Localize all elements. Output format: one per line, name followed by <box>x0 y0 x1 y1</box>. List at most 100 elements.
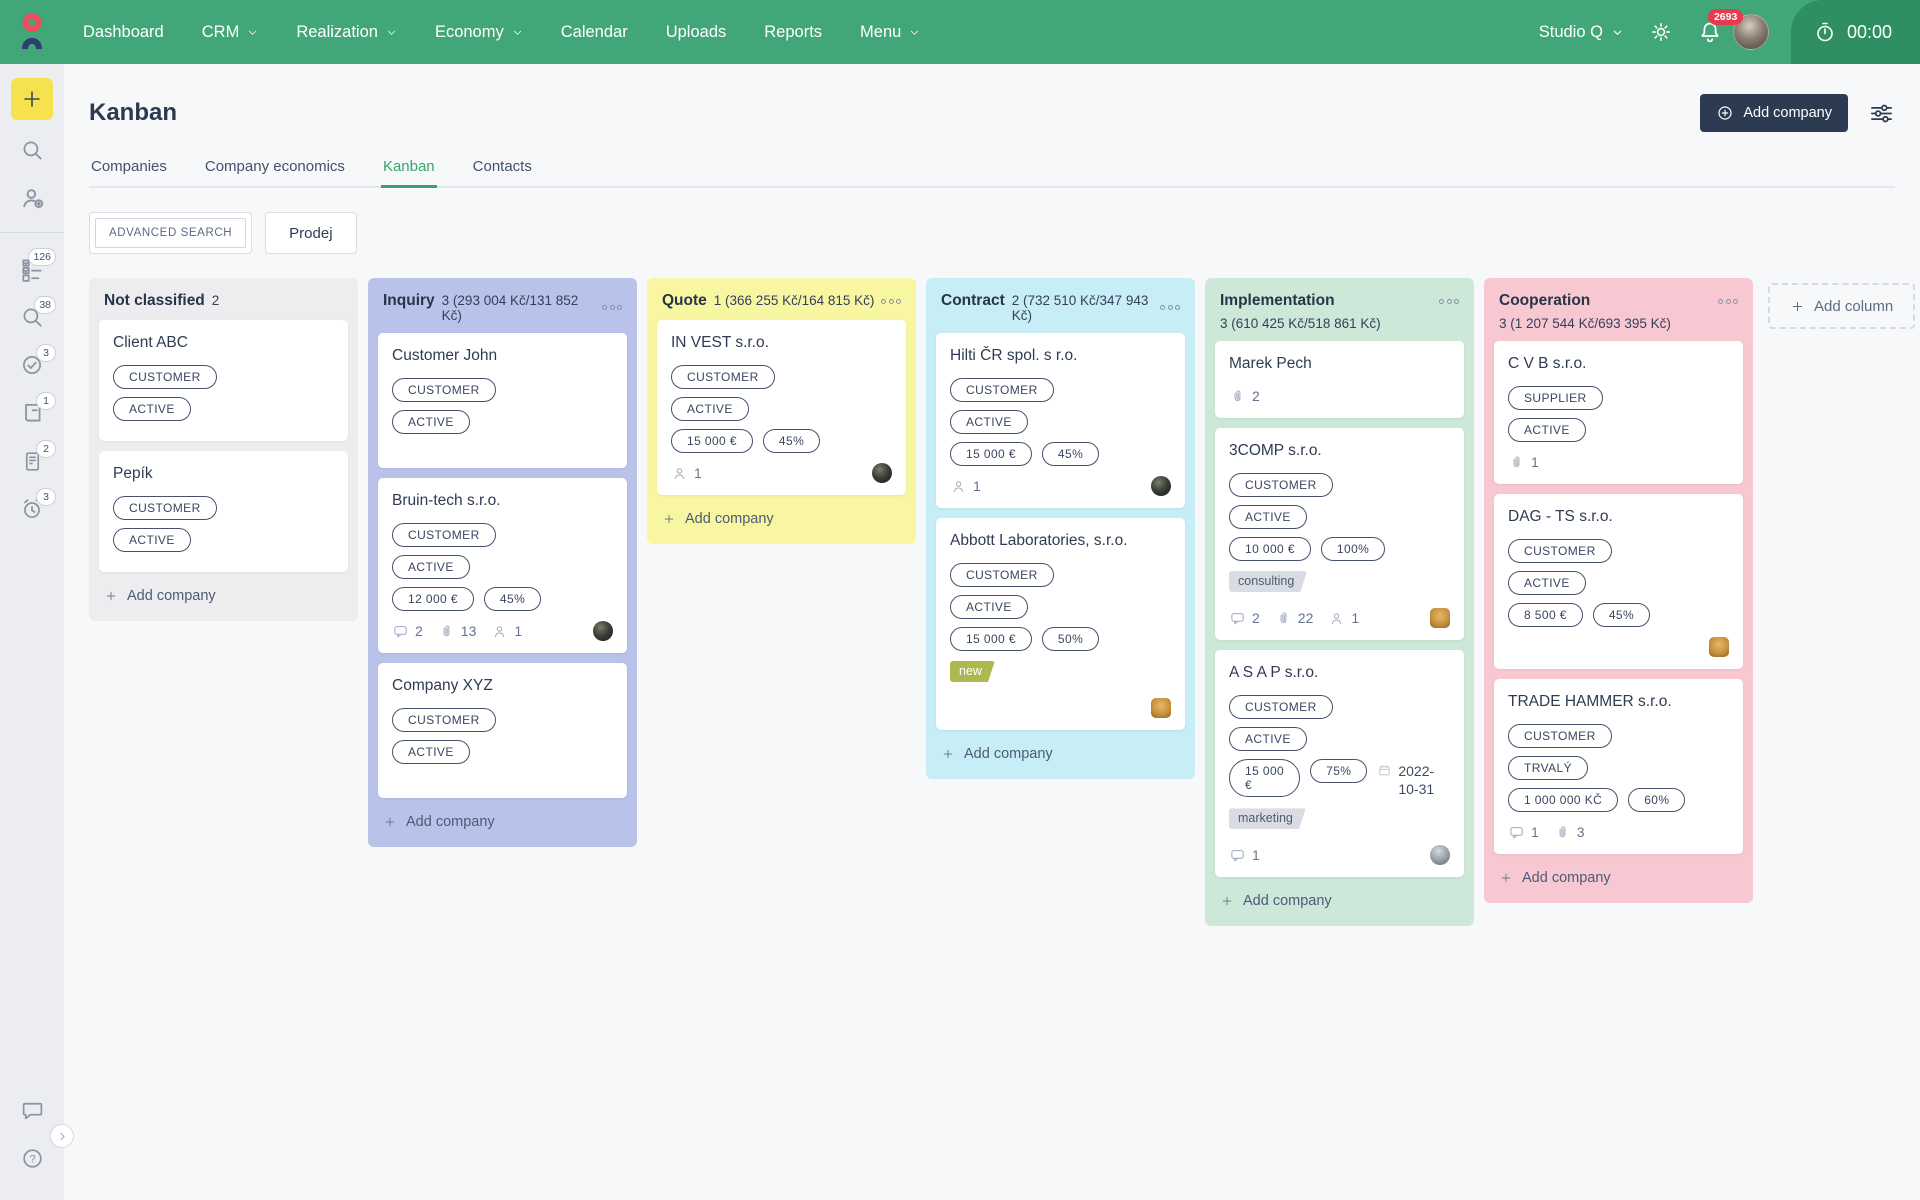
plus-circle-icon <box>1716 104 1734 122</box>
nav-item-dashboard[interactable]: Dashboard <box>64 0 183 64</box>
assignee-avatar <box>1430 845 1450 865</box>
kanban-card[interactable]: PepíkCUSTOMERACTIVE <box>99 451 348 572</box>
card-footer <box>950 698 1171 718</box>
quick-add-button[interactable] <box>11 78 53 120</box>
status-pill-row: ACTIVE <box>113 528 334 552</box>
notifications-button[interactable]: 2693 <box>1697 19 1723 45</box>
add-company-link[interactable]: Add company <box>89 582 358 619</box>
workspace-switcher[interactable]: Studio Q <box>1539 23 1623 42</box>
column-menu-icon[interactable] <box>1716 296 1740 307</box>
chat-bubble-icon <box>20 1098 45 1123</box>
tag-row: consulting <box>1229 569 1450 598</box>
calendar-icon <box>1377 762 1392 798</box>
column-stats: 1 (366 255 Kč/164 815 Kč) <box>714 293 875 308</box>
tab-kanban[interactable]: Kanban <box>381 152 437 188</box>
percent-pill: 50% <box>1042 627 1099 651</box>
assignee-avatar <box>1709 637 1729 657</box>
sidebar-item-reminders[interactable]: 3 <box>0 485 64 533</box>
assignee-avatar <box>872 463 892 483</box>
add-company-link[interactable]: Add company <box>1205 887 1474 924</box>
card-title: C V B s.r.o. <box>1508 355 1729 373</box>
time-tracker[interactable]: 00:00 <box>1791 0 1920 64</box>
add-contact-button[interactable] <box>0 174 64 222</box>
nav-item-economy[interactable]: Economy <box>416 0 542 64</box>
kanban-column-not-classified: Not classified2Client ABCCUSTOMERACTIVEP… <box>89 278 358 621</box>
plus-icon <box>1499 871 1513 885</box>
add-company-link[interactable]: Add company <box>647 505 916 542</box>
sidebar-expand-toggle[interactable] <box>50 1124 74 1148</box>
add-company-link[interactable]: Add company <box>926 740 1195 777</box>
column-menu-icon[interactable] <box>1158 302 1182 313</box>
kanban-card[interactable]: IN VEST s.r.o.CUSTOMERACTIVE15 000 €45%1 <box>657 320 906 495</box>
add-company-link[interactable]: Add company <box>368 808 637 845</box>
advanced-search-button[interactable]: ADVANCED SEARCH <box>89 212 252 254</box>
add-company-link[interactable]: Add company <box>1484 864 1753 901</box>
kanban-card[interactable]: Bruin-tech s.r.o.CUSTOMERACTIVE12 000 €4… <box>378 478 627 653</box>
person-count: 1 <box>514 623 522 639</box>
status-pill: CUSTOMER <box>1229 473 1333 497</box>
kanban-card[interactable]: Company XYZCUSTOMERACTIVE <box>378 663 627 798</box>
tab-contacts[interactable]: Contacts <box>471 152 534 188</box>
kanban-card[interactable]: Marek Pech2 <box>1215 341 1464 418</box>
nav-item-reports[interactable]: Reports <box>745 0 841 64</box>
card-title: DAG - TS s.r.o. <box>1508 508 1729 526</box>
kanban-card[interactable]: DAG - TS s.r.o.CUSTOMERACTIVE8 500 €45% <box>1494 494 1743 669</box>
column-stats: 2 <box>212 293 220 308</box>
kanban-card[interactable]: A S A P s.r.o.CUSTOMERACTIVE15 000 €75%2… <box>1215 650 1464 877</box>
sidebar-item-search-records[interactable]: 38 <box>0 293 64 341</box>
nav-item-menu[interactable]: Menu <box>841 0 939 64</box>
status-pill-row: CUSTOMER <box>1508 724 1729 748</box>
tab-company-economics[interactable]: Company economics <box>203 152 347 188</box>
kanban-column-implementation: Implementation3 (610 425 Kč/518 861 Kč)M… <box>1205 278 1474 926</box>
status-pill-row: CUSTOMER <box>950 563 1171 587</box>
column-menu-icon[interactable] <box>600 302 624 313</box>
kanban-card[interactable]: Abbott Laboratories, s.r.o.CUSTOMERACTIV… <box>936 518 1185 730</box>
percent-pill: 45% <box>1593 603 1650 627</box>
plus-icon <box>104 589 118 603</box>
kanban-card[interactable]: Client ABCCUSTOMERACTIVE <box>99 320 348 441</box>
percent-pill: 45% <box>763 429 820 453</box>
status-pill: ACTIVE <box>392 555 470 579</box>
sidebar-item-documents[interactable]: 2 <box>0 437 64 485</box>
status-pill: ACTIVE <box>671 397 749 421</box>
tabs-underline-track <box>89 186 1895 188</box>
board-settings-button[interactable] <box>1868 100 1895 127</box>
status-pill: ACTIVE <box>1229 505 1307 529</box>
filter-preset-button[interactable]: Prodej <box>265 212 356 254</box>
value-pill-row: 15 000 €45% <box>671 429 892 453</box>
status-pill: ACTIVE <box>392 740 470 764</box>
column-menu-icon[interactable] <box>1437 296 1461 307</box>
status-pill-row: CUSTOMER <box>392 523 613 547</box>
nav-item-uploads[interactable]: Uploads <box>647 0 746 64</box>
settings-button[interactable] <box>1649 20 1673 44</box>
nav-item-crm[interactable]: CRM <box>183 0 278 64</box>
kanban-card[interactable]: TRADE HAMMER s.r.o.CUSTOMERTRVALÝ1 000 0… <box>1494 679 1743 854</box>
kanban-card[interactable]: C V B s.r.o.SUPPLIERACTIVE1 <box>1494 341 1743 484</box>
status-pill-row: ACTIVE <box>950 410 1171 434</box>
attachment-icon <box>1554 824 1571 841</box>
left-sidebar: 126 38 3 1 2 3 ? <box>0 64 64 1200</box>
tab-companies[interactable]: Companies <box>89 152 169 188</box>
nav-item-calendar[interactable]: Calendar <box>542 0 647 64</box>
status-pill-row: CUSTOMER <box>1229 473 1450 497</box>
kanban-card[interactable]: 3COMP s.r.o.CUSTOMERACTIVE10 000 €100%co… <box>1215 428 1464 640</box>
search-button[interactable] <box>0 126 64 174</box>
tag-row: new <box>950 659 1171 688</box>
kanban-card[interactable]: Hilti ČR spol. s r.o.CUSTOMERACTIVE15 00… <box>936 333 1185 508</box>
gear-icon <box>1649 20 1673 44</box>
sidebar-item-tasks[interactable]: 126 <box>0 245 64 293</box>
app-logo[interactable] <box>0 12 64 52</box>
column-menu-icon[interactable] <box>879 296 903 307</box>
nav-item-realization[interactable]: Realization <box>277 0 416 64</box>
kanban-column-cooperation: Cooperation3 (1 207 544 Kč/693 395 Kč)C … <box>1484 278 1753 903</box>
plus-icon <box>1220 894 1234 908</box>
card-footer: 1 <box>950 476 1171 496</box>
value-pill-row: 15 000 €50% <box>950 627 1171 651</box>
kanban-card[interactable]: Customer JohnCUSTOMERACTIVE <box>378 333 627 468</box>
comment-icon <box>1229 847 1246 864</box>
add-company-button[interactable]: Add company <box>1700 94 1848 132</box>
add-column-button[interactable]: Add column <box>1768 283 1915 329</box>
sidebar-item-journal[interactable]: 1 <box>0 389 64 437</box>
card-footer: 13 <box>1508 822 1729 842</box>
sidebar-item-approvals[interactable]: 3 <box>0 341 64 389</box>
